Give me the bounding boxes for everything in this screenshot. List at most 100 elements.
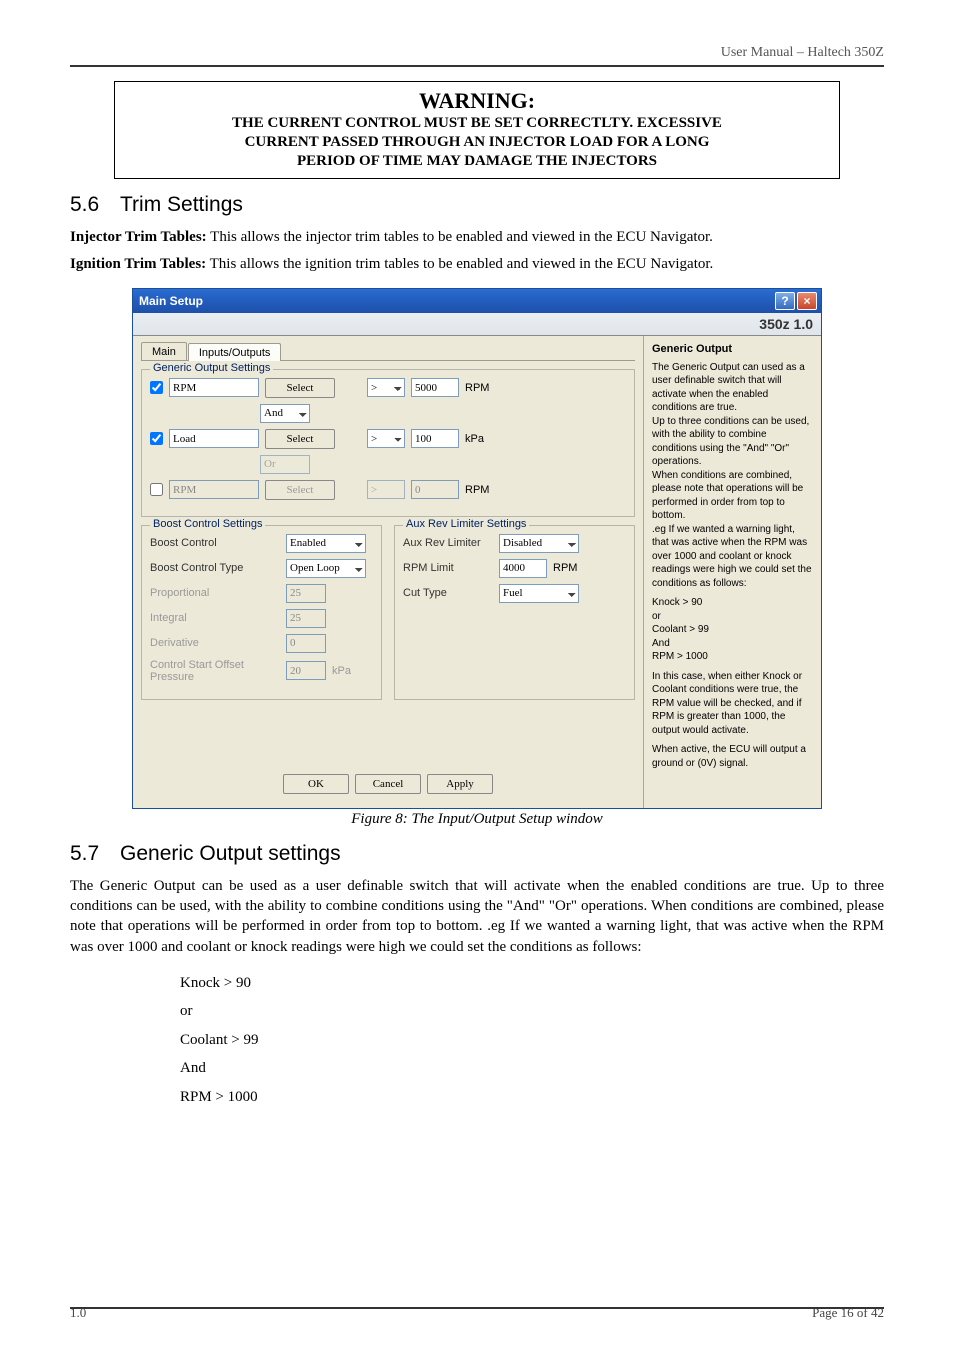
cond-and: And [180, 1054, 884, 1083]
main-setup-dialog: Main Setup ? × 350z 1.0 Main Inputs/Outp… [132, 288, 822, 809]
integral-label: Integral [150, 612, 280, 624]
csop-unit: kPa [332, 665, 351, 677]
section-5-6-num: 5.6 [70, 193, 120, 217]
section-5-7-heading: 5.7Generic Output settings [70, 842, 884, 866]
gos-logic1-select[interactable]: And [260, 404, 310, 423]
csop-field [286, 661, 326, 680]
cond-coolant: Coolant > 99 [180, 1026, 884, 1055]
proportional-label: Proportional [150, 587, 280, 599]
help-c2: or [652, 610, 813, 624]
gos-row2-value[interactable] [411, 429, 459, 448]
gos-row2-operator[interactable]: > [367, 429, 405, 448]
tab-main[interactable]: Main [141, 342, 187, 360]
boost-control-settings-group: Boost Control Settings Boost ControlEnab… [141, 525, 382, 700]
gos-row3-name [169, 480, 259, 499]
gos-logic-1: And [150, 404, 626, 423]
gos-row1-select-button[interactable]: Select [265, 378, 335, 398]
gos-row-3: Select > RPM [150, 480, 626, 500]
section-5-7-num: 5.7 [70, 842, 120, 866]
ok-button[interactable]: OK [283, 774, 349, 794]
titlebar[interactable]: Main Setup ? × [133, 289, 821, 313]
gos-row3-select-button: Select [265, 480, 335, 500]
gos-row2-name[interactable] [169, 429, 259, 448]
cut-type-label: Cut Type [403, 587, 493, 599]
help-c3: Coolant > 99 [652, 623, 813, 637]
help-panel: Generic Output The Generic Output can us… [643, 336, 821, 808]
help-header: Generic Output [652, 342, 813, 357]
gos-row1-checkbox[interactable] [150, 381, 163, 394]
rpm-limit-field[interactable] [499, 559, 547, 578]
gos-row-1: Select > RPM [150, 378, 626, 398]
gos-row2-unit: kPa [465, 433, 484, 445]
window-title: Main Setup [139, 294, 773, 308]
page-footer: 1.0 Page 16 of 42 [70, 1305, 884, 1321]
gos-row3-value [411, 480, 459, 499]
rpm-limit-unit: RPM [553, 562, 577, 574]
cancel-button[interactable]: Cancel [355, 774, 421, 794]
warning-line1: THE CURRENT CONTROL MUST BE SET CORRECTL… [232, 115, 722, 131]
section-5-6-title: Trim Settings [120, 193, 243, 216]
help-p2: Up to three conditions can be used, with… [652, 415, 813, 469]
injector-trim-para: Injector Trim Tables: This allows the in… [70, 227, 884, 247]
ignition-trim-label: Ignition Trim Tables: [70, 256, 206, 272]
warning-line2: CURRENT PASSED THROUGH AN INJECTOR LOAD … [245, 134, 710, 150]
tab-inputs-outputs[interactable]: Inputs/Outputs [188, 343, 282, 361]
boost-control-label: Boost Control [150, 537, 280, 549]
help-p1: The Generic Output can used as a user de… [652, 361, 813, 415]
cond-or: or [180, 997, 884, 1026]
help-c1: Knock > 90 [652, 596, 813, 610]
apply-button[interactable]: Apply [427, 774, 493, 794]
gos-row1-operator[interactable]: > [367, 378, 405, 397]
gos-row2-checkbox[interactable] [150, 432, 163, 445]
gos-row3-checkbox[interactable] [150, 483, 163, 496]
cond-rpm: RPM > 1000 [180, 1083, 884, 1112]
csop-label: Control Start Offset Pressure [150, 659, 280, 683]
sec57-p1a: The Generic Output can be used as [70, 878, 303, 894]
injector-trim-text: This allows the injector trim tables to … [207, 229, 713, 245]
boost-type-select[interactable]: Open Loop [286, 559, 366, 578]
help-c5: RPM > 1000 [652, 650, 813, 664]
boost-type-label: Boost Control Type [150, 562, 280, 574]
gos-label: Generic Output Settings [150, 362, 273, 374]
version-banner: 350z 1.0 [133, 313, 821, 336]
page-header-right: User Manual – Haltech 350Z [70, 45, 884, 65]
injector-trim-label: Injector Trim Tables: [70, 229, 207, 245]
gos-row1-value[interactable] [411, 378, 459, 397]
section-5-6-heading: 5.6Trim Settings [70, 193, 884, 217]
integral-field [286, 609, 326, 628]
sec57-p1b: a [303, 878, 316, 894]
warning-body: THE CURRENT CONTROL MUST BE SET CORRECTL… [125, 114, 829, 170]
figure-caption: Figure 8: The Input/Output Setup window [70, 811, 884, 828]
help-c4: And [652, 637, 813, 651]
condition-block: Knock > 90 or Coolant > 99 And RPM > 100… [180, 969, 884, 1112]
gos-logic-2: Or [150, 455, 626, 474]
gos-row3-operator: > [367, 480, 405, 499]
titlebar-help-button[interactable]: ? [775, 292, 795, 310]
gos-row1-name[interactable] [169, 378, 259, 397]
footer-divider [70, 1307, 884, 1309]
help-p6: When active, the ECU will output a groun… [652, 743, 813, 770]
aux-rev-limiter-group: Aux Rev Limiter Settings Aux Rev Limiter… [394, 525, 635, 700]
titlebar-close-button[interactable]: × [797, 292, 817, 310]
warning-line3: PERIOD OF TIME MAY DAMAGE THE INJECTORS [297, 153, 657, 169]
warning-title: WARNING: [125, 88, 829, 114]
derivative-field [286, 634, 326, 653]
sec57-para: The Generic Output can be used as a user… [70, 876, 884, 957]
gos-row2-select-button[interactable]: Select [265, 429, 335, 449]
derivative-label: Derivative [150, 637, 280, 649]
arl-field-label: Aux Rev Limiter [403, 537, 493, 549]
ignition-trim-para: Ignition Trim Tables: This allows the ig… [70, 254, 884, 274]
generic-output-settings-group: Generic Output Settings Select > RPM And [141, 369, 635, 517]
cond-knock: Knock > 90 [180, 969, 884, 998]
tab-bar: Main Inputs/Outputs [141, 342, 635, 361]
gos-row3-unit: RPM [465, 484, 489, 496]
boost-control-select[interactable]: Enabled [286, 534, 366, 553]
help-p3: When conditions are combined, please not… [652, 469, 813, 523]
proportional-field [286, 584, 326, 603]
arl-select[interactable]: Disabled [499, 534, 579, 553]
gos-row1-unit: RPM [465, 382, 489, 394]
arl-label: Aux Rev Limiter Settings [403, 518, 529, 530]
rpm-limit-label: RPM Limit [403, 562, 493, 574]
cut-type-select[interactable]: Fuel [499, 584, 579, 603]
help-p5: In this case, when either Knock or Coola… [652, 670, 813, 738]
